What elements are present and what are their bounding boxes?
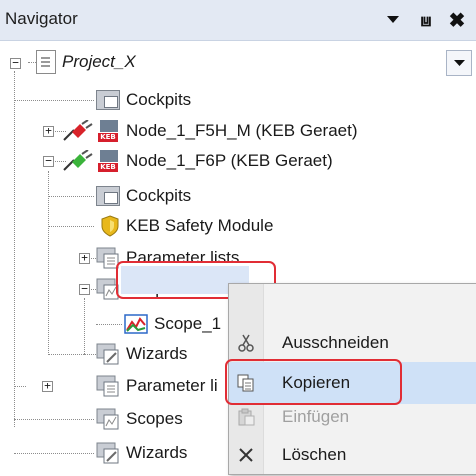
pin-icon[interactable]: ⩏: [415, 8, 437, 32]
menu-item-label: Löschen: [282, 445, 347, 464]
expand-expander-icon[interactable]: +: [42, 380, 53, 392]
expand-expander-icon[interactable]: +: [43, 125, 54, 137]
tree-node-project[interactable]: Project_X: [36, 47, 136, 77]
tree-node-label: Node_1_F6P (KEB Geraet): [126, 151, 333, 170]
parameter-list-icon: [96, 375, 120, 397]
cockpit-window-icon: [96, 90, 120, 110]
navigator-titlebar: Navigator ⩏ ✖: [0, 0, 476, 41]
tree-node-label: Cockpits: [126, 90, 192, 109]
menu-item-cut[interactable]: Ausschneiden: [229, 322, 476, 364]
close-icon[interactable]: ✖: [446, 8, 468, 32]
cockpit-window-icon: [96, 186, 120, 206]
tree-node-cockpits[interactable]: Cockpits: [96, 181, 191, 211]
tree-node-label: Parameter li: [126, 376, 218, 395]
copy-highlight: [225, 359, 402, 405]
menu-item-label: Ausschneiden: [282, 333, 389, 352]
panel-menu-dropdown-icon[interactable]: [382, 8, 404, 32]
tree-node-cockpits[interactable]: Cockpits: [96, 85, 191, 115]
tree-node-label: Wizards: [126, 443, 188, 462]
tree-node-label: Scopes: [126, 409, 183, 428]
panel-title: Navigator: [5, 9, 78, 28]
tree-filter-dropdown-button[interactable]: [446, 50, 472, 76]
keb-device-icon: KEB: [96, 150, 120, 172]
tree-node-label: KEB Safety Module: [126, 216, 274, 235]
tree-node-device-f5h[interactable]: KEB Node_1_F5H_M (KEB Geraet): [62, 116, 358, 146]
tree-node-wizards[interactable]: Wizards: [96, 339, 187, 369]
tree-node-safety-module[interactable]: KEB Safety Module: [100, 211, 273, 241]
safety-shield-icon: [100, 215, 120, 237]
tree-node-label: Node_1_F5H_M (KEB Geraet): [126, 121, 358, 140]
tree-node-scope-1[interactable]: Scope_1: [124, 309, 221, 339]
tree-node-label: Project_X: [62, 52, 136, 71]
delete-icon: [229, 447, 263, 463]
tree-node-device-f6p[interactable]: KEB Node_1_F6P (KEB Geraet): [62, 146, 333, 176]
wizard-icon: [96, 442, 120, 464]
expand-expander-icon[interactable]: +: [79, 252, 90, 264]
cut-icon: [229, 334, 263, 352]
scopes-icon: [96, 408, 120, 430]
collapse-expander-icon[interactable]: −: [43, 155, 54, 167]
tree-node-label: Scope_1: [154, 314, 222, 333]
tree-node-wizards[interactable]: Wizards: [96, 438, 187, 468]
menu-item-delete[interactable]: Löschen: [229, 434, 476, 476]
keb-device-icon: KEB: [96, 120, 120, 142]
tree-node-parameter-lists[interactable]: Parameter li: [96, 371, 218, 401]
collapse-expander-icon[interactable]: −: [10, 57, 21, 69]
tree-node-scopes[interactable]: Scopes: [96, 404, 183, 434]
wizard-icon: [96, 343, 120, 365]
connected-green-plug-icon: [62, 150, 94, 172]
tree-node-label: Cockpits: [126, 186, 192, 205]
scope-chart-icon: [124, 313, 148, 335]
disconnected-red-plug-icon: [62, 120, 94, 142]
menu-item-label: Einfügen: [282, 407, 350, 426]
project-document-icon: [36, 50, 56, 74]
collapse-expander-icon[interactable]: −: [79, 283, 90, 295]
tree-node-label: Wizards: [126, 344, 188, 363]
paste-icon: [229, 408, 263, 426]
